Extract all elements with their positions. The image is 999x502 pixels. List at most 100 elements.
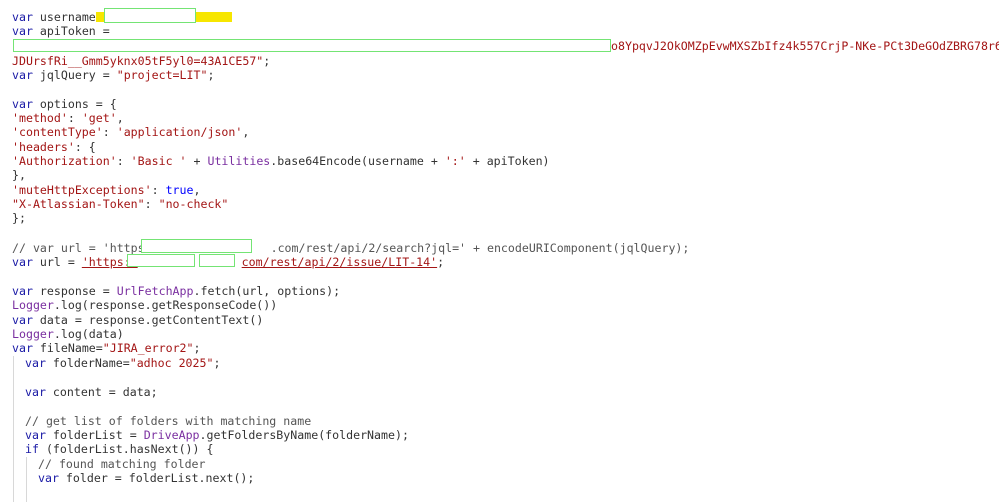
code-text: ; [263,54,271,68]
separator-string: ':' [444,154,466,168]
code-line-22: var folderName="adhoc 2025"; [25,356,220,370]
string: JDUrsfRi__Gmm5yknx05tF5yl0=43A1CE57" [12,54,264,68]
url-link[interactable]: com/rest/api/2/issue/LIT-14' [242,255,437,269]
code-line-6: var options = { [12,97,117,111]
keyword: var [25,385,46,399]
code-text: ; [213,356,221,370]
code-line-5: var jqlQuery = "project=LIT"; [12,68,214,82]
indent-guide [26,457,27,502]
code-text: jqlQuery = [32,68,117,82]
code-line-20: Logger.log(data) [12,327,124,341]
code-line-28: var folder = folderList.next(); [38,471,254,485]
code-text: content = data; [45,385,158,399]
code-line-24: // get list of folders with matching nam… [25,414,312,428]
code-line-9: 'headers': { [12,140,96,154]
keyword: var [12,68,33,82]
code-text: folder = folderList.next(); [58,471,255,485]
value-string: "no-check" [158,197,229,211]
keyword: var [12,313,33,327]
code-text: apiToken = [32,24,110,38]
keyword: var [12,10,33,24]
code-editor[interactable]: var username = var apiToken = o8YpqvJ2Ok… [0,0,999,502]
code-line-25: var folderList = DriveApp.getFoldersByNa… [25,428,409,442]
code-text: folderName= [45,356,130,370]
code-text: options = { [32,97,117,111]
code-text: : [67,111,82,125]
code-text: + apiToken) [465,154,550,168]
code-text: : { [74,140,96,154]
value-string: 'Basic ' [130,154,187,168]
string: "project=LIT" [116,68,208,82]
code-text: : [151,183,166,197]
redacted-domain-1 [141,239,252,253]
code-text: .log(response.getResponseCode()) [53,298,278,312]
code-line-15: // var url = 'https:/ .com/rest/api/2/sea… [12,241,689,255]
code-text: data = response.getContentText() [32,313,264,327]
code-text: .getFoldersByName(folderName); [199,428,409,442]
code-line-26: if (folderList.hasNext()) { [25,442,213,456]
code-line-12: 'muteHttpExceptions': true, [12,183,200,197]
code-text: ; [437,255,445,269]
code-text: (folderList.hasNext()) { [38,442,214,456]
key-string: "X-Atlassian-Token" [12,197,145,211]
code-line-23: var content = data; [25,385,158,399]
code-line-8: 'contentType': 'application/json', [12,125,249,139]
code-line-2: var apiToken = [12,24,110,38]
redacted-username [104,8,196,23]
code-line-18: Logger.log(response.getResponseCode()) [12,298,277,312]
key-string: 'contentType' [12,125,103,139]
comment-part: .com/rest/api/2/search?jql=' + encodeURI… [270,241,690,255]
value-string: 'get' [81,111,117,125]
value-string: 'application/json' [116,125,243,139]
string: "JIRA_error2" [102,341,194,355]
keyword: var [12,255,33,269]
code-text: url = [32,255,82,269]
keyword: var [25,356,46,370]
keyword: var [25,428,46,442]
code-line-19: var data = response.getContentText() [12,313,263,327]
class-name: DriveApp [143,428,200,442]
code-text: .log(data) [53,327,124,341]
code-text: : [116,154,131,168]
string: "adhoc 2025" [129,356,214,370]
code-text: , [116,111,124,125]
code-line-7: 'method': 'get', [12,111,124,125]
code-text: : [102,125,117,139]
class-name: Logger [12,298,54,312]
code-line-27: // found matching folder [38,457,206,471]
code-line-10: 'Authorization': 'Basic ' + Utilities.ba… [12,154,550,168]
key-string: 'Authorization' [12,154,117,168]
code-text: .fetch(url, options); [193,284,341,298]
code-line-14: }; [12,211,26,225]
code-text: folderList = [45,428,144,442]
code-line-17: var response = UrlFetchApp.fetch(url, op… [12,284,340,298]
code-text: + [186,154,208,168]
key-string: 'headers' [12,140,75,154]
keyword: var [12,341,33,355]
code-text: ; [207,68,215,82]
key-string: 'muteHttpExceptions' [12,183,152,197]
code-text: : [144,197,159,211]
code-line-11: }, [12,168,26,182]
redacted-api-token [13,39,611,52]
token-tail: o8YpqvJ2OkOMZpEvwMXSZbIfz4k557CrjP-NKe-P… [611,39,999,53]
keyword: if [25,442,39,456]
keyword: var [12,24,33,38]
code-text: .base64Encode(username + [270,154,445,168]
key-string: 'method' [12,111,68,125]
code-text: response = [32,284,117,298]
boolean: true [165,183,194,197]
keyword: var [12,97,33,111]
code-text: ; [193,341,201,355]
redacted-domain-2a [127,254,195,267]
keyword: var [12,284,33,298]
keyword: var [38,471,59,485]
code-line-4: JDUrsfRi__Gmm5yknx05tF5yl0=43A1CE57"; [12,54,270,68]
class-name: Logger [12,327,54,341]
class-name: UrlFetchApp [116,284,194,298]
comment-part: // var url = 'https:/ [12,241,159,255]
redacted-domain-2b [199,254,235,267]
indent-guide [13,356,14,502]
code-line-13: "X-Atlassian-Token": "no-check" [12,197,228,211]
code-text: fileName= [32,341,103,355]
